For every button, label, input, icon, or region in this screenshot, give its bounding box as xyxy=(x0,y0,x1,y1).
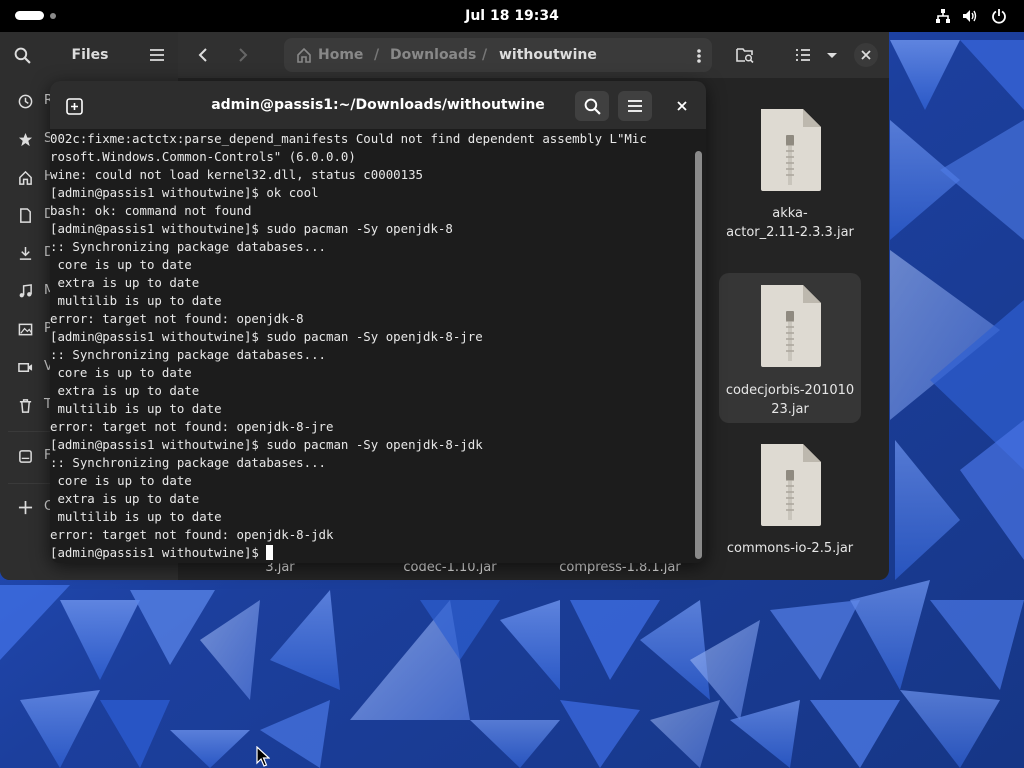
terminal-title: admin@passis1:~/Downloads/withoutwine xyxy=(211,97,545,113)
home-icon xyxy=(297,47,311,63)
volume-icon[interactable] xyxy=(962,8,978,24)
files-header-bar: Home / Downloads / withoutwine xyxy=(178,32,889,78)
archive-file-icon xyxy=(761,109,821,191)
file-name: actor_2.11-2.3.3.jar xyxy=(726,225,854,240)
drive-icon xyxy=(19,450,32,463)
breadcrumb-separator: / xyxy=(374,47,380,63)
hamburger-menu-icon xyxy=(628,100,642,112)
terminal-search-button[interactable] xyxy=(575,91,609,121)
terminal-line: [admin@passis1 withoutwine]$ sudo pacman… xyxy=(50,329,483,344)
list-view-icon[interactable] xyxy=(795,48,811,62)
terminal-prompt: [admin@passis1 withoutwine]$ xyxy=(50,545,267,560)
hamburger-menu-icon[interactable] xyxy=(149,48,165,62)
terminal-line: :: Synchronizing package databases... xyxy=(50,455,327,470)
terminal-line: error: target not found: openjdk-8-jdk xyxy=(50,527,334,542)
terminal-line: error: target not found: openjdk-8 xyxy=(50,311,304,326)
power-icon[interactable] xyxy=(991,8,1007,24)
terminal-output[interactable]: 002c:fixme:actctx:parse_depend_manifests… xyxy=(50,130,690,562)
text-cursor xyxy=(266,545,274,560)
terminal-line: extra is up to date xyxy=(50,491,200,506)
file-item[interactable] xyxy=(722,430,858,540)
chevron-down-icon[interactable] xyxy=(826,52,838,59)
file-name: commons-io-2.5.jar xyxy=(726,541,854,556)
close-icon xyxy=(677,101,687,111)
terminal-close-button[interactable] xyxy=(666,91,698,121)
terminal-line: bash: ok: command not found xyxy=(50,203,252,218)
terminal-line: multilib is up to date xyxy=(50,293,222,308)
new-tab-icon xyxy=(66,98,83,115)
plus-icon xyxy=(18,500,33,515)
terminal-line: core is up to date xyxy=(50,257,192,272)
archive-file-icon xyxy=(761,444,821,526)
terminal-line: 002c:fixme:actctx:parse_depend_manifests… xyxy=(50,131,647,146)
terminal-scrollbar[interactable] xyxy=(695,151,702,559)
terminal-line: core is up to date xyxy=(50,473,192,488)
breadcrumb-current[interactable]: withoutwine xyxy=(499,38,597,72)
search-folder-icon[interactable] xyxy=(736,46,754,63)
close-button[interactable] xyxy=(854,43,878,67)
breadcrumb-separator: / xyxy=(482,47,488,63)
terminal-line: [admin@passis1 withoutwine]$ sudo pacman… xyxy=(50,221,453,236)
file-name: akka- xyxy=(772,206,808,221)
terminal-line: multilib is up to date xyxy=(50,401,222,416)
file-name: codecjorbis-201010 xyxy=(725,383,855,398)
network-icon[interactable] xyxy=(935,8,951,24)
terminal-menu-button[interactable] xyxy=(618,91,652,121)
terminal-line: core is up to date xyxy=(50,365,192,380)
path-bar[interactable]: Home / Downloads / withoutwine xyxy=(284,38,712,72)
kebab-menu-icon[interactable] xyxy=(696,48,702,64)
terminal-line: extra is up to date xyxy=(50,383,200,398)
sidebar-header: Files xyxy=(0,32,178,78)
terminal-window[interactable]: admin@passis1:~/Downloads/withoutwine 00… xyxy=(50,81,706,563)
back-icon[interactable] xyxy=(198,47,208,63)
breadcrumb-downloads[interactable]: Downloads xyxy=(390,38,476,72)
terminal-line: extra is up to date xyxy=(50,275,200,290)
archive-file-icon xyxy=(761,285,821,367)
video-icon xyxy=(18,363,33,372)
terminal-header-bar: admin@passis1:~/Downloads/withoutwine xyxy=(50,81,706,129)
terminal-line: [admin@passis1 withoutwine]$ ok cool xyxy=(50,185,319,200)
terminal-line: wine: could not load kernel32.dll, statu… xyxy=(50,167,423,182)
terminal-line: multilib is up to date xyxy=(50,509,222,524)
file-name: 23.jar xyxy=(771,402,809,417)
mouse-pointer-icon xyxy=(256,746,270,767)
star-icon xyxy=(18,132,33,147)
terminal-line: :: Synchronizing package databases... xyxy=(50,239,327,254)
close-icon xyxy=(861,50,871,60)
search-icon xyxy=(584,98,601,115)
search-icon[interactable] xyxy=(14,47,31,64)
picture-icon xyxy=(18,323,33,336)
terminal-line: :: Synchronizing package databases... xyxy=(50,347,327,362)
download-icon xyxy=(19,246,32,260)
files-title: Files xyxy=(71,47,109,63)
terminal-prompt-line[interactable]: [admin@passis1 withoutwine]$ xyxy=(50,544,690,562)
trash-icon xyxy=(19,399,32,413)
music-icon xyxy=(19,284,32,298)
clock-icon xyxy=(18,94,33,109)
terminal-line: [admin@passis1 withoutwine]$ sudo pacman… xyxy=(50,437,483,452)
clock[interactable]: Jul 18 19:34 xyxy=(0,0,1024,32)
terminal-line: error: target not found: openjdk-8-jre xyxy=(50,419,334,434)
terminal-line: rosoft.Windows.Common-Controls" (6.0.0.0… xyxy=(50,149,356,164)
breadcrumb-home[interactable]: Home xyxy=(318,38,363,72)
new-tab-button[interactable] xyxy=(57,91,91,121)
document-icon xyxy=(20,208,31,223)
forward-icon[interactable] xyxy=(238,47,248,63)
home-icon xyxy=(19,170,32,185)
top-bar: Jul 18 19:34 xyxy=(0,0,1024,32)
